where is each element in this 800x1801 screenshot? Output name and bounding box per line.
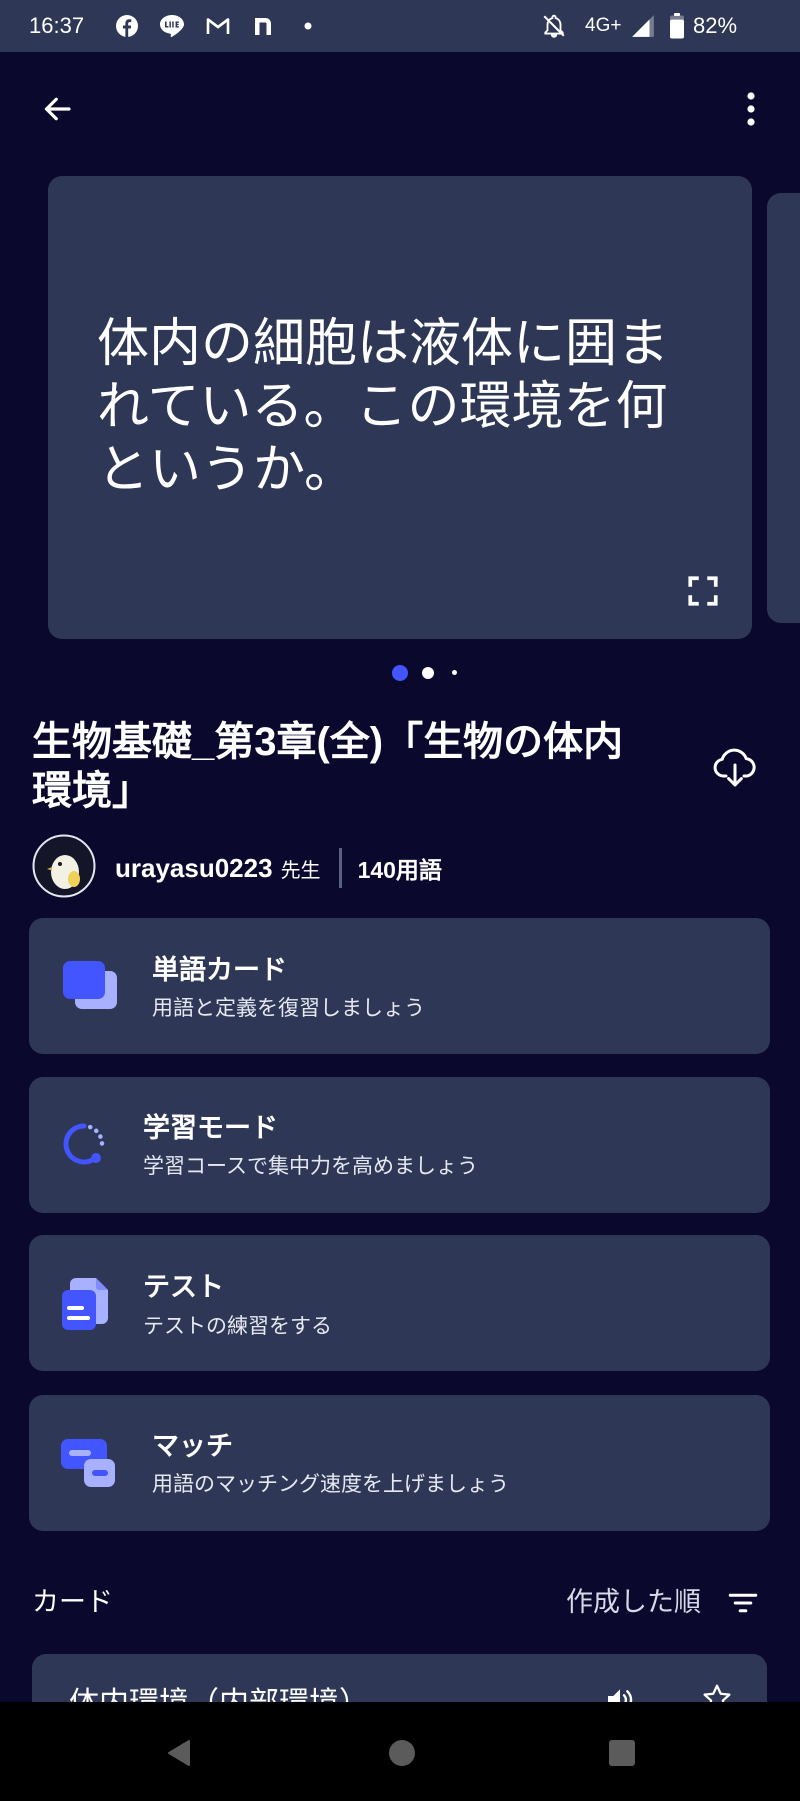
term-count: 140用語 <box>357 857 442 883</box>
nav-home-icon[interactable] <box>388 1739 416 1767</box>
flashcard-preview[interactable]: 体内の細胞は液体に囲まれている。この環境を何というか。 <box>48 176 752 639</box>
fullscreen-icon[interactable] <box>686 574 720 608</box>
sort-order-label[interactable]: 作成した順 <box>566 1584 701 1620</box>
notification-dot-icon <box>304 22 312 30</box>
mode-title: マッチ <box>152 1431 233 1461</box>
carousel-dot-active[interactable] <box>392 665 408 681</box>
status-time: 16:37 <box>29 13 85 38</box>
n-app-icon <box>251 14 275 38</box>
nav-back-icon[interactable] <box>165 1738 195 1768</box>
carousel-dot[interactable] <box>422 667 434 679</box>
line-icon <box>158 12 186 40</box>
network-type: 4G+ <box>585 15 622 36</box>
carousel-dot[interactable] <box>452 670 457 675</box>
mute-icon <box>541 13 567 39</box>
gmail-icon <box>205 13 231 39</box>
cloud-download-icon[interactable] <box>711 742 759 790</box>
more-vert-icon[interactable] <box>739 91 763 127</box>
mode-title: 学習モード <box>143 1113 278 1143</box>
cards-section-heading: カード <box>32 1587 113 1617</box>
nav-recents-icon[interactable] <box>608 1739 636 1767</box>
preview-term: 体内の細胞は液体に囲まれている。この環境を何というか。 <box>97 315 670 499</box>
mode-subtitle: 用語のマッチング速度を上げましょう <box>152 1473 509 1496</box>
mode-learn[interactable]: 学習モード 学習コースで集中力を高めましょう <box>29 1077 770 1213</box>
author-row: urayasu0223 先生 140用語 <box>115 846 442 890</box>
learn-icon <box>59 1119 109 1169</box>
avatar[interactable] <box>32 834 96 898</box>
match-icon <box>59 1437 117 1489</box>
mode-title: 単語カード <box>152 955 287 985</box>
mode-test[interactable]: テスト テストの練習をする <box>29 1235 770 1371</box>
signal-icon <box>630 13 656 39</box>
test-icon <box>60 1276 110 1332</box>
arrow-left-icon[interactable] <box>39 91 75 127</box>
divider <box>338 848 342 888</box>
status-bar: 16:37 4G+ 82% <box>0 0 800 52</box>
facebook-icon <box>115 14 139 38</box>
next-flashcard-preview[interactable] <box>767 193 800 623</box>
mode-match[interactable]: マッチ 用語のマッチング速度を上げましょう <box>29 1395 770 1531</box>
app-screen: 16:37 4G+ 82% 体内の細胞は液体に囲まれている。この環境を何というか… <box>0 0 800 1801</box>
filter-icon[interactable] <box>726 1586 760 1620</box>
mode-subtitle: テストの練習をする <box>143 1315 332 1338</box>
flashcards-icon <box>61 959 119 1011</box>
battery-percent: 82% <box>693 13 738 38</box>
mode-subtitle: 用語と定義を復習しましょう <box>152 997 425 1020</box>
author-username[interactable]: urayasu0223 <box>115 853 273 884</box>
battery-icon <box>669 13 685 39</box>
system-nav-bar <box>0 1702 800 1801</box>
author-role-badge: 先生 <box>280 859 321 882</box>
mode-title: テスト <box>143 1272 224 1302</box>
set-title: 生物基礎_第3章(全)「生物の体内環境」 <box>32 720 624 813</box>
mode-subtitle: 学習コースで集中力を高めましょう <box>143 1155 478 1178</box>
mode-flashcards[interactable]: 単語カード 用語と定義を復習しましょう <box>29 918 770 1054</box>
